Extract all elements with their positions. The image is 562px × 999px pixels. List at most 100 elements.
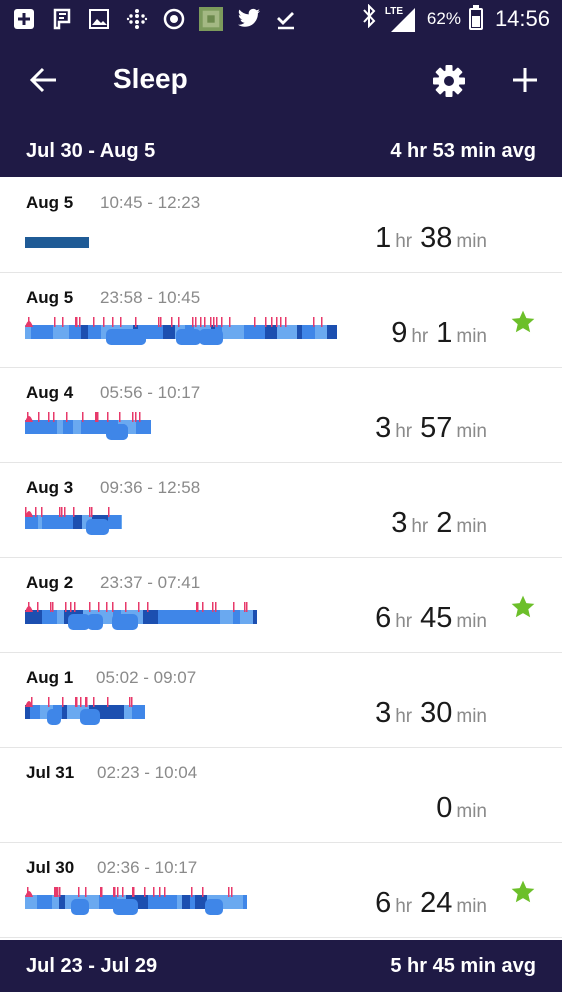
duration-minutes: 45: [420, 602, 453, 634]
arrow-left-icon[interactable]: [26, 62, 62, 98]
awake-tick: [50, 602, 52, 612]
sleep-stage-segment: [141, 420, 151, 434]
sleep-entry-row[interactable]: Aug 5 10:45 - 12:23 1 hr 38 min: [0, 178, 562, 273]
awake-tick: [213, 317, 215, 327]
duration-hours-unit: hr: [395, 611, 413, 632]
sleep-stage-segment: [277, 325, 288, 339]
entry-duration: 3 hr 30 min: [375, 697, 487, 730]
awake-tick: [144, 887, 146, 897]
duration-minutes-unit: min: [456, 801, 487, 822]
duration-minutes: 30: [420, 697, 453, 729]
awake-tick: [48, 697, 50, 707]
sleep-pattern-graph: [25, 317, 337, 345]
thumbnail-icon: [199, 7, 223, 31]
duration-hours: 9: [391, 317, 408, 349]
sleep-stage-segment: [164, 895, 177, 909]
battery-icon: [468, 5, 483, 30]
sleep-entry-row[interactable]: Aug 1 05:02 - 09:07 3 hr 30 min: [0, 653, 562, 748]
entry-duration: 3 hr 2 min: [391, 507, 487, 540]
sleep-pattern-graph: [25, 237, 89, 248]
week-average: 5 hr 45 min avg: [390, 955, 536, 977]
duration-minutes: 2: [436, 507, 453, 539]
sleep-stage-segment: [25, 515, 38, 529]
awake-tick: [212, 602, 214, 612]
entry-date: Jul 31: [26, 763, 75, 782]
duration-hours: 6: [375, 887, 392, 919]
awake-blip: [25, 891, 33, 897]
battery-percent: 62%: [426, 9, 461, 28]
duration-minutes: 0: [436, 792, 453, 824]
sleep-stage-segment: [177, 895, 182, 909]
entry-duration: 3 hr 57 min: [375, 412, 487, 445]
awake-tick: [285, 317, 287, 327]
awake-tick: [229, 317, 231, 327]
page-title: Sleep: [113, 63, 188, 94]
awake-tick: [254, 317, 256, 327]
awake-tick: [276, 317, 278, 327]
awake-tick: [132, 412, 134, 422]
awake-tick: [210, 317, 212, 327]
awake-tick: [107, 412, 109, 422]
sleep-stage-segment: [163, 325, 175, 339]
week-header: Jul 30 - Aug 5 4 hr 53 min avg: [0, 125, 562, 177]
awake-tick: [59, 887, 61, 897]
awake-tick: [139, 412, 141, 422]
sleep-stage-segment: [53, 325, 69, 339]
plus-icon[interactable]: [507, 62, 543, 98]
awake-tick: [76, 317, 78, 327]
twitter-icon: [237, 7, 261, 31]
awake-tick: [246, 602, 248, 612]
awake-tick: [62, 317, 64, 327]
app-bar: Sleep: [0, 38, 562, 125]
sleep-pattern-graph: [25, 602, 257, 630]
sleep-stage-segment: [121, 515, 122, 529]
sleep-stage-segment: [30, 705, 40, 719]
sleep-entry-row[interactable]: Jul 31 02:23 - 10:04 0 min: [0, 748, 562, 843]
sleep-stage-segment: [253, 610, 257, 624]
sleep-stage-segment: [190, 895, 195, 909]
awake-tick: [244, 602, 246, 612]
plus-box-icon: [12, 7, 36, 31]
sleep-stage-segment: [25, 420, 34, 434]
sleep-stage-segment: [182, 895, 190, 909]
awake-tick: [120, 317, 122, 327]
sleep-stage-segment: [71, 899, 89, 915]
awake-tick: [37, 602, 39, 612]
timer-icon: [162, 7, 186, 31]
duration-minutes-unit: min: [456, 516, 487, 537]
sleep-stage-segment: [158, 610, 167, 624]
awake-tick: [195, 317, 197, 327]
awake-tick: [35, 507, 37, 517]
sleep-stage-segment: [243, 895, 247, 909]
sleep-stage-segment: [69, 325, 81, 339]
awake-tick: [80, 697, 82, 707]
sleep-stage-segment: [68, 614, 90, 630]
sleep-entry-row[interactable]: Aug 2 23:37 - 07:41 6 hr 45 min: [0, 558, 562, 653]
sleep-entry-row[interactable]: Aug 5 23:58 - 10:45 9 hr 1 min: [0, 273, 562, 368]
sleep-stage-segment: [157, 895, 164, 909]
sleep-stage-segment: [199, 610, 203, 624]
sleep-stage-segment: [188, 610, 195, 624]
entry-times: 05:02 - 09:07: [96, 668, 197, 687]
week-range: Jul 23 - Jul 29: [26, 955, 158, 977]
awake-tick: [86, 697, 88, 707]
awake-tick: [70, 602, 72, 612]
goal-star-icon: [510, 879, 536, 905]
sleep-stage-segment: [143, 610, 150, 624]
gear-icon[interactable]: [430, 62, 468, 100]
sleep-stage-segment: [25, 610, 42, 624]
sleep-stage-segment: [327, 325, 337, 339]
sleep-stage-segment: [47, 709, 61, 725]
awake-tick: [56, 887, 58, 897]
awake-tick: [53, 412, 55, 422]
entry-times: 02:36 - 10:17: [97, 858, 198, 877]
sleep-entry-row[interactable]: Jul 30 02:36 - 10:17 6 hr 24 min: [0, 843, 562, 938]
sleep-stage-segment: [199, 329, 223, 345]
awake-tick: [78, 887, 80, 897]
sleep-stage-segment: [34, 420, 44, 434]
sleep-entry-row[interactable]: Aug 4 05:56 - 10:17 3 hr 57 min: [0, 368, 562, 463]
awake-tick: [91, 507, 93, 517]
awake-tick: [202, 887, 204, 897]
sleep-stage-segment: [108, 705, 124, 719]
sleep-entry-row[interactable]: Aug 3 09:36 - 12:58 3 hr 2 min: [0, 463, 562, 558]
